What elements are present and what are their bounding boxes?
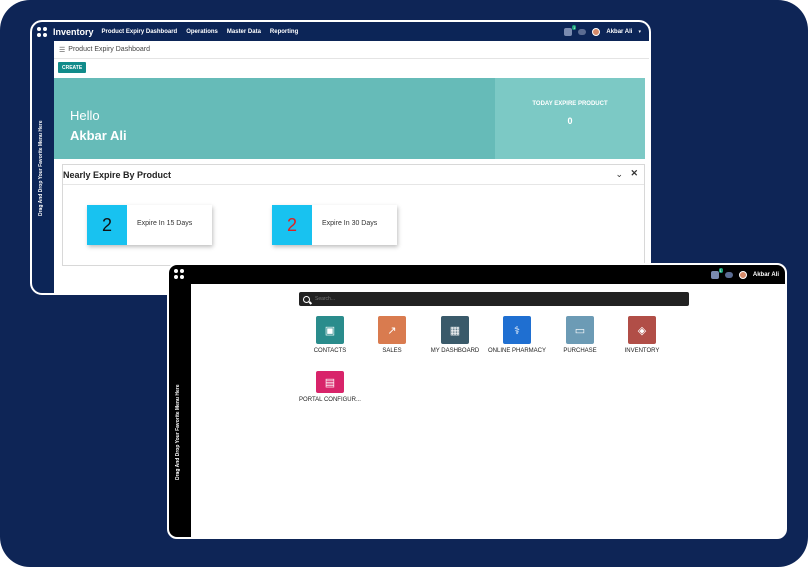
activity-icon[interactable]: 1: [564, 24, 577, 36]
app-label: PURCHASE: [563, 348, 597, 354]
search-bar[interactable]: [299, 292, 689, 306]
card-count: 2: [87, 205, 127, 245]
greeting-banner: Hello Akbar Ali: [54, 78, 495, 159]
app-label: CONTACTS: [313, 348, 347, 354]
sidebar-drop-zone[interactable]: Drag And Drop Your Favorite Menu Here: [169, 284, 191, 537]
sidebar-drop-zone[interactable]: Drag And Drop Your Favorite Menu Here: [32, 41, 54, 293]
search-input[interactable]: [315, 296, 615, 302]
sidebar-hint-text: Drag And Drop Your Favorite Menu Here: [175, 384, 181, 480]
app-inventory[interactable]: ◈ INVENTORY: [607, 316, 677, 354]
menu-master-data[interactable]: Master Data: [227, 29, 261, 35]
card-label: Expire In 30 Days: [322, 220, 378, 227]
card-label: Expire In 15 Days: [137, 220, 193, 227]
app-label: INVENTORY: [624, 348, 660, 354]
portal-config-icon: ▤: [316, 371, 344, 393]
create-button[interactable]: CREATE: [58, 62, 87, 73]
today-expire-tile: TODAY EXPIRE PRODUCT 0: [495, 78, 645, 159]
app-launcher-window: 1 Akbar Ali Drag And Drop Your Favorite …: [167, 263, 787, 539]
sales-chart-icon: ↗: [378, 316, 406, 344]
notification-count: 1: [572, 24, 577, 30]
today-expire-label: TODAY EXPIRE PRODUCT: [532, 101, 608, 107]
notification-count: 1: [718, 267, 723, 273]
menu-toggle-icon[interactable]: ☰: [59, 46, 65, 54]
activity-icon[interactable]: 1: [710, 267, 723, 279]
collapse-chevron-icon[interactable]: ⌄: [615, 169, 623, 180]
menu-product-expiry-dashboard[interactable]: Product Expiry Dashboard: [102, 29, 178, 35]
app-purchase[interactable]: ▭ PURCHASE: [545, 316, 615, 354]
chevron-down-icon[interactable]: ▾: [638, 29, 641, 35]
apps-grid-icon[interactable]: [37, 26, 47, 37]
expire-15-days-card[interactable]: 2 Expire In 15 Days: [87, 205, 212, 245]
today-expire-value: 0: [567, 116, 573, 126]
top-navbar: 1 Akbar Ali: [169, 265, 785, 284]
breadcrumb-title: Product Expiry Dashboard: [68, 46, 150, 53]
menu-reporting[interactable]: Reporting: [270, 29, 298, 35]
breadcrumb: ☰ Product Expiry Dashboard: [54, 41, 649, 59]
dashboard-icon: ▦: [441, 316, 469, 344]
app-sales[interactable]: ↗ SALES: [357, 316, 427, 354]
navbar-right: 1 Akbar Ali: [710, 265, 779, 284]
pharmacy-icon: ⚕: [503, 316, 531, 344]
expire-30-days-card[interactable]: 2 Expire In 30 Days: [272, 205, 397, 245]
purchase-card-icon: ▭: [566, 316, 594, 344]
user-name[interactable]: Akbar Ali: [753, 272, 779, 278]
chat-icon[interactable]: [578, 28, 587, 35]
avatar[interactable]: [592, 27, 601, 36]
panel-header: Nearly Expire By Product ⌄ ✕: [63, 165, 644, 185]
top-navbar: Inventory Product Expiry Dashboard Opera…: [32, 22, 649, 41]
app-my-dashboard[interactable]: ▦ MY DASHBOARD: [420, 316, 490, 354]
app-name[interactable]: Inventory: [53, 27, 94, 37]
panel-title: Nearly Expire By Product: [63, 170, 172, 180]
sidebar-hint-text: Drag And Drop Your Favorite Menu Here: [38, 120, 44, 216]
app-label: PORTAL CONFIGUR...: [299, 397, 361, 403]
app-portal-configuration[interactable]: ▤ PORTAL CONFIGUR...: [295, 371, 365, 403]
app-online-pharmacy[interactable]: ⚕ ONLINE PHARMACY: [482, 316, 552, 354]
app-label: MY DASHBOARD: [430, 348, 480, 354]
contacts-icon: ▣: [316, 316, 344, 344]
greeting-text: Hello: [70, 108, 100, 123]
user-name[interactable]: Akbar Ali: [606, 29, 632, 35]
greeting-user-name: Akbar Ali: [70, 128, 127, 143]
close-icon[interactable]: ✕: [630, 168, 638, 179]
inventory-dashboard-window: Inventory Product Expiry Dashboard Opera…: [30, 20, 651, 295]
app-label: ONLINE PHARMACY: [487, 348, 546, 354]
inventory-box-icon: ◈: [628, 316, 656, 344]
card-count: 2: [272, 205, 312, 245]
nearly-expire-panel: Nearly Expire By Product ⌄ ✕ 2 Expire In…: [62, 164, 645, 266]
avatar[interactable]: [738, 270, 747, 279]
create-button-label: CREATE: [62, 64, 83, 71]
chat-icon[interactable]: [724, 271, 733, 278]
app-label: SALES: [382, 348, 402, 354]
navbar-right: 1 Akbar Ali ▾: [564, 22, 641, 41]
apps-grid-icon[interactable]: [174, 269, 184, 279]
menu-operations[interactable]: Operations: [186, 29, 218, 35]
search-icon: [303, 295, 310, 303]
app-contacts[interactable]: ▣ CONTACTS: [295, 316, 365, 354]
